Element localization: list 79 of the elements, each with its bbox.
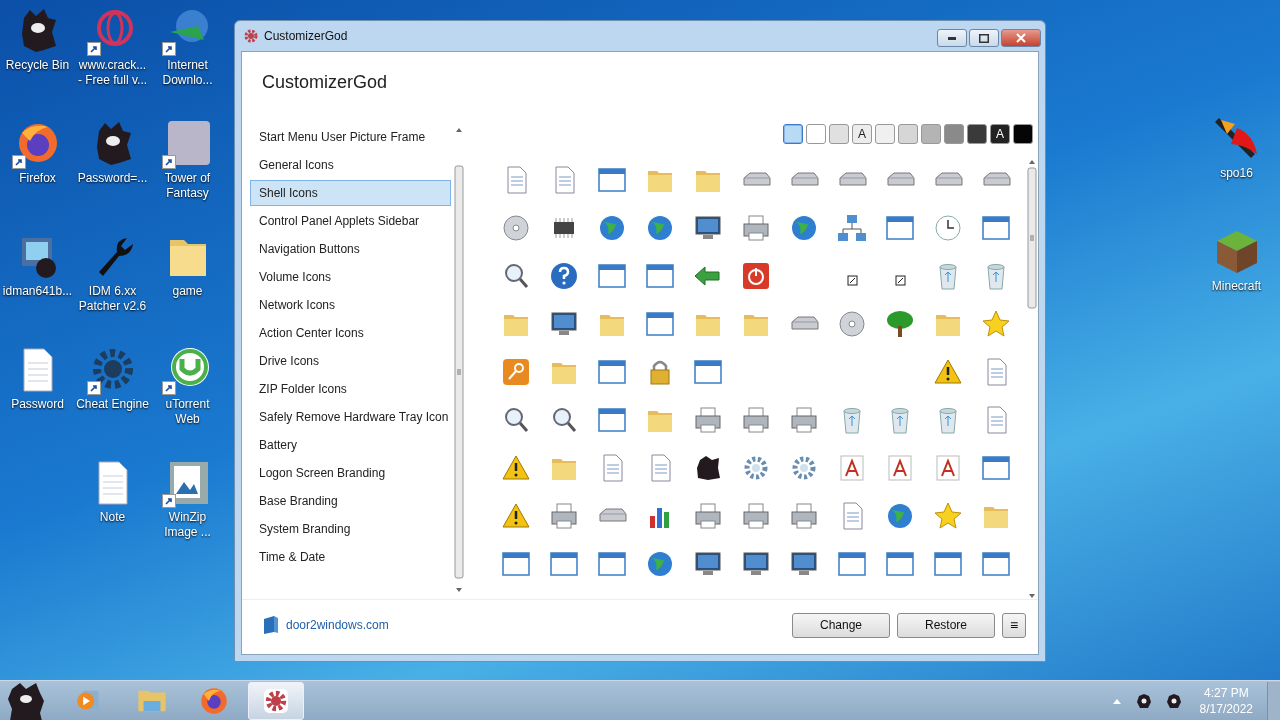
app-heading: CustomizerGod [261, 71, 389, 94]
sidebar-item[interactable]: General Icons [250, 152, 451, 178]
desktop-icon-label[interactable]: Internet Downlo... [162, 58, 213, 88]
power-icon[interactable] [740, 260, 772, 292]
gear-icon [244, 29, 258, 43]
close-button[interactable] [1001, 29, 1041, 47]
sidebar-item[interactable]: Control Panel Applets Sidebar [250, 208, 451, 234]
minimize-icon [948, 36, 956, 40]
printer-icon[interactable] [740, 404, 772, 436]
sidebar-item[interactable]: Time & Date [250, 544, 451, 570]
key-icon[interactable] [500, 356, 532, 388]
window-title: CustomizerGod [264, 29, 349, 43]
color-swatch[interactable] [898, 124, 918, 144]
printer-icon[interactable] [788, 500, 820, 532]
network-icon[interactable] [836, 212, 868, 244]
sidebar-item[interactable]: Action Center Icons [250, 320, 451, 346]
desktop-icon-label[interactable]: Password=... [77, 171, 148, 186]
color-swatch[interactable]: A [990, 124, 1010, 144]
desktop-icon-label[interactable]: www.crack... - Free full v... [77, 58, 148, 88]
sidebar-item[interactable]: ZIP Folder Icons [250, 376, 451, 402]
printer-icon[interactable] [692, 404, 724, 436]
maximize-button[interactable] [969, 29, 999, 47]
star-icon[interactable] [980, 308, 1012, 340]
desktop-icon-label[interactable]: spo16 [1220, 166, 1253, 181]
sidebar-item[interactable]: Network Icons [250, 292, 451, 318]
desktop-icon-label[interactable]: game [172, 284, 203, 299]
printer-icon[interactable] [548, 500, 580, 532]
color-swatch[interactable] [921, 124, 941, 144]
show-hidden-icons-icon[interactable] [1111, 697, 1122, 705]
minimize-button[interactable] [937, 29, 967, 47]
desktop-icon-label[interactable]: Tower of Fantasy [164, 171, 211, 201]
sidebar-item[interactable]: Safely Remove Hardware Tray Icon [250, 404, 451, 430]
desktop-icon-label[interactable]: WinZip Image ... [164, 510, 211, 540]
creature-icon [6, 681, 46, 720]
color-swatch[interactable] [944, 124, 964, 144]
clock-icon[interactable] [932, 212, 964, 244]
printer-icon[interactable] [788, 404, 820, 436]
desktop-icon-label[interactable]: Password [11, 397, 64, 412]
book-icon [262, 615, 280, 635]
desktop-icon-label[interactable]: Cheat Engine [76, 397, 149, 412]
sidebar-item[interactable]: Start Menu User Picture Frame [250, 124, 451, 150]
sidebar-item[interactable]: Shell Icons [250, 180, 451, 206]
menu-button[interactable]: ≡ [1002, 612, 1026, 638]
sidebar-item[interactable]: System Branding [250, 516, 451, 542]
sidebar-item[interactable]: Drive Icons [250, 348, 451, 374]
desktop-icon-label[interactable]: Recycle Bin [5, 58, 70, 73]
action-button[interactable]: Change [792, 612, 890, 638]
taskbar-button[interactable] [248, 682, 304, 720]
action-button[interactable]: Restore [897, 612, 995, 638]
color-swatch[interactable] [806, 124, 826, 144]
sidebar-item[interactable]: Navigation Buttons [250, 236, 451, 262]
close-icon [1016, 33, 1026, 43]
disc-icon[interactable] [836, 308, 868, 340]
sidebar-item[interactable]: Battery [250, 432, 451, 458]
sidebar-item[interactable]: Logon Screen Branding [250, 460, 451, 486]
color-swatch[interactable] [783, 124, 803, 144]
color-swatch[interactable]: A [852, 124, 872, 144]
sidebar-item[interactable]: Volume Icons [250, 264, 451, 290]
desktop-icon-label[interactable]: idman641b... [2, 284, 73, 299]
sidebar-item[interactable]: Base Branding [250, 488, 451, 514]
blob-icon[interactable] [1165, 693, 1182, 709]
disc-icon[interactable] [500, 212, 532, 244]
desktop-icon-label[interactable]: IDM 6.xx Patcher v2.6 [78, 284, 147, 314]
color-swatch[interactable] [1013, 124, 1033, 144]
color-swatch[interactable] [875, 124, 895, 144]
star-icon[interactable] [932, 500, 964, 532]
printer-icon[interactable] [740, 212, 772, 244]
desktop-icon-label[interactable]: Note [99, 510, 126, 525]
website-link[interactable]: door2windows.com [286, 618, 389, 632]
desktop-icon-label[interactable]: uTorrent Web [165, 397, 210, 427]
tree-icon[interactable] [884, 308, 916, 340]
printer-icon[interactable] [692, 500, 724, 532]
color-swatch[interactable] [829, 124, 849, 144]
blob-icon[interactable] [1135, 693, 1152, 709]
color-swatch[interactable] [967, 124, 987, 144]
printer-icon[interactable] [740, 500, 772, 532]
desktop-icon-label[interactable]: Firefox [19, 171, 56, 186]
help-icon[interactable] [548, 260, 580, 292]
maximize-icon [979, 33, 989, 43]
